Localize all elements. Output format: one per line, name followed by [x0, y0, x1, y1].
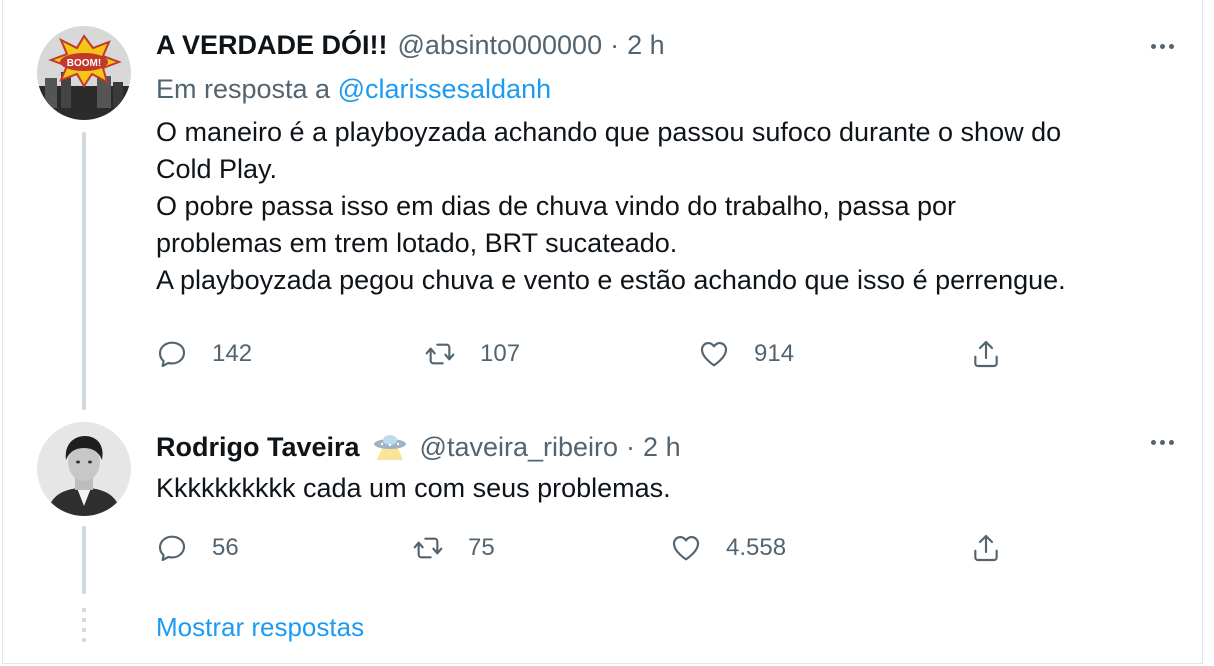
tweet-actions: 142 107 914 [156, 338, 1016, 378]
reply-count: 56 [212, 534, 239, 561]
tweet-header: Rodrigo Taveira @taveira_ribeiro · 2 h [156, 426, 681, 463]
retweet-button[interactable]: 107 [424, 338, 520, 370]
author-name[interactable]: A VERDADE DÓI!! [156, 30, 388, 61]
reply-context: Em resposta a @clarissesaldanh [156, 74, 551, 105]
author-handle[interactable]: @absinto000000 [398, 30, 603, 61]
share-icon [974, 340, 998, 368]
thread-line [82, 132, 86, 410]
separator-dot: · [626, 432, 636, 462]
like-count: 4.558 [726, 534, 787, 561]
boom-comic-avatar-icon: BOOM! [37, 26, 131, 120]
retweet-count: 75 [468, 534, 495, 561]
heart-icon [700, 342, 728, 367]
heart-icon [672, 536, 700, 561]
tweet-text-line: O pobre passa isso em dias de chuva vind… [156, 191, 956, 221]
timestamp[interactable]: 2 h [627, 30, 665, 61]
avatar[interactable] [37, 422, 131, 516]
like-count: 914 [754, 340, 795, 367]
reply-mention-link[interactable]: @clarissesaldanh [338, 74, 552, 104]
retweet-icon [413, 537, 443, 559]
show-replies-link[interactable]: Mostrar respostas [156, 612, 364, 643]
timestamp[interactable]: 2 h [643, 432, 681, 463]
person-photo-avatar-icon [37, 422, 131, 516]
share-icon [974, 534, 998, 562]
reply-icon [158, 341, 186, 368]
author-handle[interactable]: @taveira_ribeiro [420, 432, 619, 463]
like-button[interactable]: 4.558 [670, 532, 786, 564]
svg-text:BOOM!: BOOM! [67, 58, 101, 69]
thread-more-dots [82, 608, 86, 648]
tweet-text-line: Kkkkkkkkkk cada um com seus problemas. [156, 473, 671, 503]
separator-dot: · [610, 30, 620, 60]
reply-prefix: Em resposta a [156, 74, 331, 104]
tweet-text: Kkkkkkkkkk cada um com seus problemas. [156, 470, 671, 507]
retweet-count: 107 [480, 340, 521, 367]
tweet-text-line: O maneiro é a playboyzada achando que pa… [156, 117, 1062, 147]
tweet-text: O maneiro é a playboyzada achando que pa… [156, 114, 1066, 299]
reply-button[interactable]: 56 [156, 532, 239, 564]
avatar[interactable]: BOOM! [37, 26, 131, 120]
more-options-icon[interactable] [1151, 44, 1174, 49]
retweet-button[interactable]: 75 [412, 532, 495, 564]
tweet-text-line: Cold Play. [156, 154, 278, 184]
reply-button[interactable]: 142 [156, 338, 252, 370]
tweet-text-line: problemas em trem lotado, BRT sucateado. [156, 228, 678, 258]
tweet-actions: 56 75 4.558 [156, 532, 1016, 572]
thread-line [82, 526, 86, 594]
share-button[interactable] [970, 532, 1002, 564]
ufo-icon [370, 430, 410, 460]
retweet-icon [425, 343, 455, 365]
more-options-icon[interactable] [1151, 440, 1174, 445]
tweet-header: A VERDADE DÓI!! @absinto000000 · 2 h [156, 30, 665, 61]
author-name[interactable]: Rodrigo Taveira [156, 432, 360, 463]
reply-count: 142 [212, 340, 253, 367]
share-button[interactable] [970, 338, 1002, 370]
tweet-text-line: A playboyzada pegou chuva e vento e estã… [156, 265, 1066, 295]
like-button[interactable]: 914 [698, 338, 794, 370]
reply-icon [158, 535, 186, 562]
